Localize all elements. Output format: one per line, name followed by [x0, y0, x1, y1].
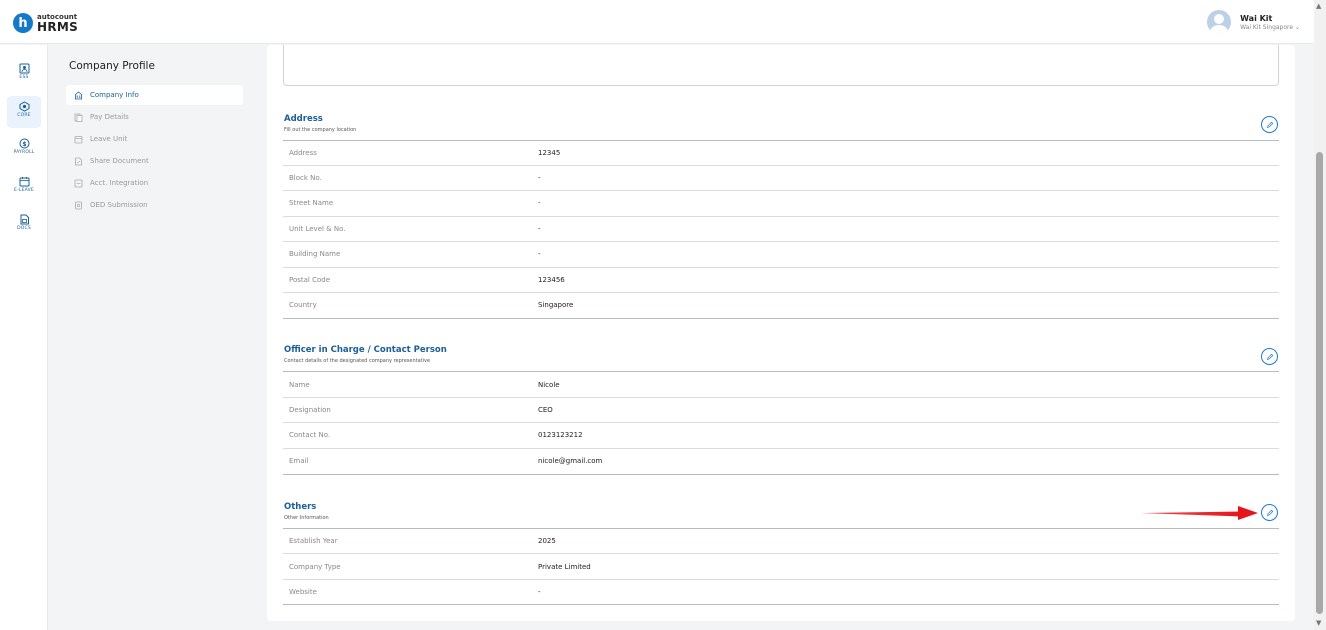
- officer-section-title: Officer in Charge / Contact Person: [284, 345, 447, 355]
- docs-icon: [20, 214, 29, 225]
- subnav-label: OED Submission: [90, 201, 148, 209]
- rail-item-payroll[interactable]: $ PAYROLL: [0, 138, 48, 155]
- module-rail: ESS CORE $ PAYROLL E-LEAVE DOCS: [0, 45, 48, 630]
- address-edit-button[interactable]: [1261, 116, 1278, 133]
- subnav-item-oed-submission[interactable]: OED Submission: [66, 195, 243, 215]
- top-bar: h autocount HRMS Wai Kit Wai Kit Singapo…: [0, 0, 1314, 44]
- rail-label-docs: DOCS: [17, 226, 31, 231]
- submission-icon: [75, 201, 82, 209]
- subnav-item-share-document[interactable]: Share Document: [66, 151, 243, 171]
- email-value: nicole@gmail.com: [538, 457, 603, 465]
- rail-label-payroll: PAYROLL: [13, 150, 35, 155]
- calendar-icon: [19, 177, 29, 187]
- subnav-item-acct-integration[interactable]: Acct. Integration: [66, 173, 243, 193]
- pay-details-icon: [74, 113, 83, 122]
- block-no-label: Block No.: [289, 174, 322, 182]
- red-arrow-annotation: [1140, 506, 1258, 520]
- page-title: Company Profile: [69, 60, 155, 72]
- rail-item-docs[interactable]: DOCS: [0, 214, 48, 231]
- building-name-value: -: [538, 250, 541, 258]
- rail-item-eleave[interactable]: E-LEAVE: [0, 176, 48, 193]
- address-section-subtitle: Fill out the company location: [284, 127, 357, 133]
- building-name-label: Building Name: [289, 250, 341, 258]
- officer-section-subtitle: Contact details of the designated compan…: [284, 358, 431, 364]
- website-label: Website: [289, 588, 317, 596]
- establish-year-value: 2025: [538, 537, 556, 545]
- unit-level-label: Unit Level & No.: [289, 225, 346, 233]
- subnav-item-company-info[interactable]: Company Info: [66, 85, 243, 105]
- ess-icon: [19, 63, 29, 74]
- user-company[interactable]: Wai Kit Singapore ⌄: [1240, 24, 1300, 31]
- postal-code-value: 123456: [538, 276, 565, 284]
- user-name: Wai Kit: [1240, 13, 1273, 23]
- block-no-value: -: [538, 174, 541, 182]
- rail-item-core[interactable]: CORE: [0, 96, 48, 128]
- core-icon: [19, 101, 29, 112]
- scrollbar-thumb[interactable]: [1316, 152, 1323, 614]
- building-icon: [75, 90, 82, 99]
- rail-label-core: CORE: [17, 113, 31, 118]
- designation-value: CEO: [538, 406, 553, 414]
- pencil-icon: [1266, 353, 1273, 360]
- others-section-subtitle: Other Information: [284, 515, 329, 521]
- pencil-icon: [1266, 509, 1273, 516]
- scroll-up-arrow[interactable]: ▲: [1316, 2, 1321, 10]
- app-logo[interactable]: h autocount HRMS: [13, 13, 78, 33]
- leave-unit-icon: [74, 135, 83, 143]
- logo-big-text: HRMS: [37, 19, 79, 34]
- officer-edit-button[interactable]: [1261, 348, 1278, 365]
- subnav-label: Pay Details: [90, 113, 129, 121]
- integration-icon: [74, 179, 83, 187]
- user-menu[interactable]: Wai Kit Wai Kit Singapore ⌄: [1207, 10, 1300, 34]
- subnav-label: Share Document: [90, 157, 149, 165]
- address-label: Address: [289, 149, 317, 157]
- company-info-card: [267, 45, 1295, 621]
- address-value: 12345: [538, 149, 561, 157]
- address-section-title: Address: [284, 114, 323, 124]
- contact-no-label: Contact No.: [289, 431, 331, 439]
- unit-level-value: -: [538, 225, 541, 233]
- establish-year-label: Establish Year: [289, 537, 338, 545]
- others-edit-button[interactable]: [1261, 504, 1278, 521]
- email-label: Email: [289, 457, 309, 465]
- svg-text:$: $: [22, 141, 26, 148]
- officer-name-value: Nicole: [538, 381, 560, 389]
- pencil-icon: [1266, 121, 1273, 128]
- avatar[interactable]: [1207, 10, 1232, 34]
- logo-mark: h: [13, 13, 33, 33]
- scroll-down-arrow[interactable]: ▼: [1316, 619, 1321, 627]
- rail-label-eleave: E-LEAVE: [14, 188, 34, 193]
- subnav-label: Acct. Integration: [90, 179, 149, 187]
- website-value: -: [538, 588, 541, 596]
- subnav-item-pay-details[interactable]: Pay Details: [66, 107, 243, 127]
- rail-item-ess[interactable]: ESS: [0, 63, 48, 80]
- subnav-label: Leave Unit: [90, 135, 128, 143]
- subnav-item-leave-unit[interactable]: Leave Unit: [66, 129, 243, 149]
- others-section-title: Others: [284, 502, 317, 512]
- contact-no-value: 0123123212: [538, 431, 583, 439]
- postal-code-label: Postal Code: [289, 276, 331, 284]
- company-profile-nav: Company Profile Company Info Pay Details…: [49, 45, 254, 630]
- rail-label-ess: ESS: [19, 75, 29, 80]
- street-name-label: Street Name: [289, 199, 334, 207]
- company-type-value: Private Limited: [538, 563, 591, 571]
- payroll-icon: $: [19, 138, 29, 149]
- country-label: Country: [289, 301, 317, 309]
- officer-name-label: Name: [289, 381, 310, 389]
- street-name-value: -: [538, 199, 541, 207]
- previous-section-box: [283, 45, 1279, 86]
- subnav-label: Company Info: [90, 91, 139, 99]
- country-value: Singapore: [538, 301, 574, 309]
- company-type-label: Company Type: [289, 563, 341, 571]
- designation-label: Designation: [289, 406, 331, 414]
- share-document-icon: [75, 157, 82, 165]
